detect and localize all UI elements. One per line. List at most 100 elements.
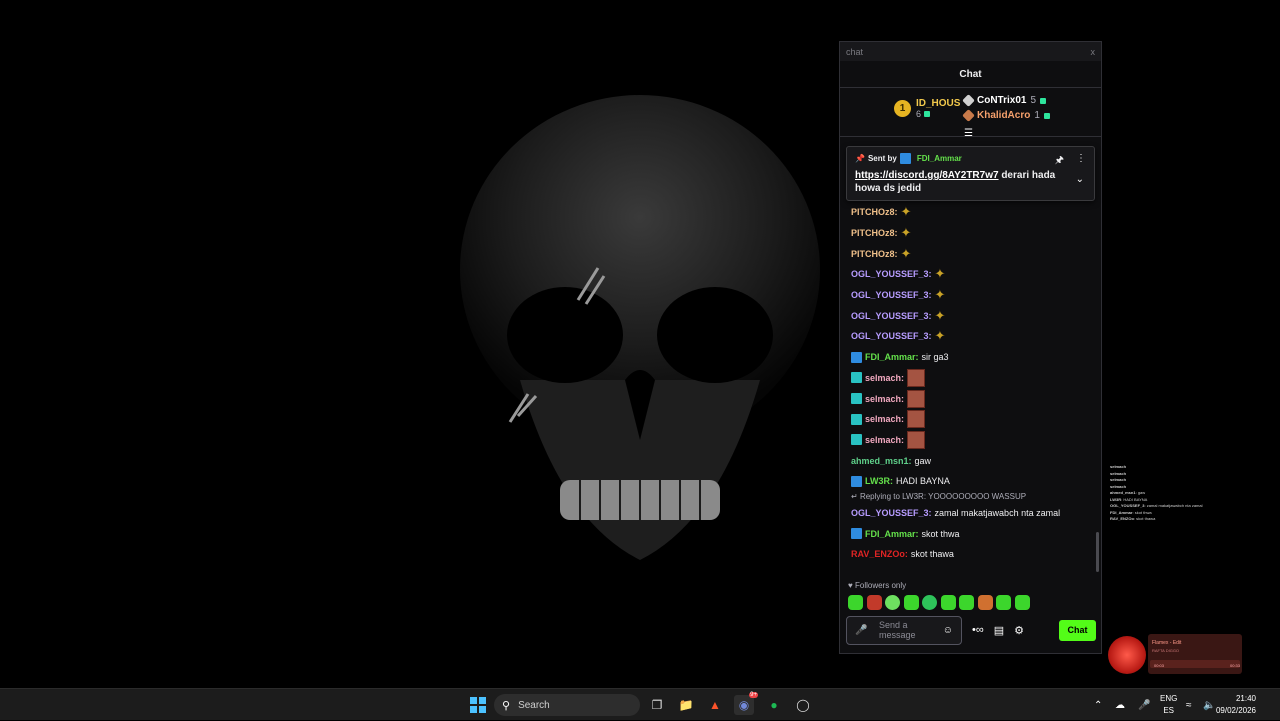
pinned-username[interactable]: FDI_Ammar [917,154,962,163]
chat-username[interactable]: LW3R: [865,476,893,486]
chat-username[interactable]: OGL_YOUSSEF_3: [851,290,932,300]
pinned-message[interactable]: 📌 Sent by FDI_Ammar https://discord.gg/8… [846,146,1095,201]
chat-username[interactable]: OGL_YOUSSEF_3: [851,508,932,518]
chat-message[interactable]: OGL_YOUSSEF_3: zamal makatjawabch nta zam… [840,503,1095,524]
clock-time: 21:40 [1235,694,1256,703]
pinned-header: 📌 Sent by FDI_Ammar [855,153,1086,164]
chat-username[interactable]: selmach: [865,394,904,404]
mini-chat-username: selmach [1110,470,1127,476]
emote-button[interactable] [848,595,863,610]
brave-browser-icon[interactable]: ▲ [705,695,725,715]
chat-message[interactable]: selmach: [840,409,1095,430]
taskbar-search[interactable]: ⚲ Search [494,694,640,716]
obs-studio-icon[interactable]: ◯ [793,695,813,715]
message-input[interactable]: 🎤 Send a message ☺ [846,615,962,645]
face-emote-icon [907,410,926,429]
emote-button[interactable] [1014,595,1030,610]
chat-leaderboard[interactable]: 1 ID_HOUS 6 CoNTrix01 5 KhalidAcro 1 ☰ [840,88,1101,139]
chat-username[interactable]: ahmed_msn1: [851,456,912,466]
chat-message[interactable]: FDI_Ammar: skot thwa [840,523,1095,544]
emote-button[interactable] [940,595,956,610]
chat-message[interactable]: OGL_YOUSSEF_3: ✦ [840,264,1095,285]
chat-username[interactable]: FDI_Ammar: [865,529,919,539]
collapse-leaderboard-icon[interactable]: ☰ [964,128,973,139]
chat-username[interactable]: RAV_ENZOo: [851,549,908,559]
clock-date: 09/02/2026 [1215,706,1256,715]
chat-message[interactable]: OGL_YOUSSEF_3: ✦ [840,326,1095,347]
mini-chat-username: selmach [1110,483,1127,489]
microphone-tray-icon[interactable]: 🎤 [1138,689,1150,721]
store-icon[interactable]: ▤ [994,624,1004,637]
pinned-link[interactable]: https://discord.gg/8AY2TR7w7 [855,170,999,181]
bits-icon[interactable]: •∞ [972,624,984,637]
chat-scrollbar[interactable] [1096,532,1099,572]
chat-header-title: Chat [959,68,982,80]
language-indicator[interactable]: ENG ES [1160,693,1177,717]
chat-input-row: 🎤 Send a message ☺ •∞ ▤ ⚙ Chat [846,614,1096,646]
leaderboard-third-name: KhalidAcro [977,110,1031,121]
silver-rank-icon [962,94,975,107]
chat-username[interactable]: selmach: [865,373,904,383]
mini-chat-username: selmach [1110,477,1127,482]
leaderboard-first-name: ID_HOUS [916,98,961,109]
network-cloud-icon[interactable]: ☁ [1115,689,1125,721]
windows-start-icon[interactable] [470,697,486,713]
more-options-icon[interactable]: ⋮ [1076,153,1086,170]
chat-message[interactable]: LW3R: HADI BAYNA [840,471,1095,492]
chevron-down-icon[interactable]: ⌄ [1076,174,1084,185]
chat-message[interactable]: PITCHOz8: ✦ [840,202,1095,223]
chat-username[interactable]: OGL_YOUSSEF_3: [851,269,932,279]
file-explorer-icon[interactable]: 📁 [676,695,696,715]
close-window-button[interactable]: x [1091,47,1096,57]
emote-button[interactable] [903,595,919,610]
chat-message[interactable]: FDI_Ammar: sir ga3 [840,347,1095,368]
leaderboard-second: CoNTrix01 5 [962,94,1047,107]
album-art-image [1108,636,1146,674]
chat-username[interactable]: selmach: [865,435,904,445]
chat-header: Chat [840,61,1101,88]
leaderboard-first: 1 ID_HOUS 6 [894,98,960,119]
show-hidden-icons-chevron-icon[interactable]: ⌃ [1094,689,1102,721]
chat-username[interactable]: OGL_YOUSSEF_3: [851,311,932,321]
chat-message[interactable]: selmach: [840,368,1095,389]
chat-username[interactable]: selmach: [865,414,904,424]
chat-message[interactable]: OGL_YOUSSEF_3: ✦ [840,285,1095,306]
emote-button[interactable] [885,595,900,610]
chat-message[interactable]: selmach: [840,388,1095,409]
chat-message[interactable]: PITCHOz8: ✦ [840,243,1095,264]
chat-username[interactable]: FDI_Ammar: [865,352,919,362]
wifi-icon[interactable]: ≈ [1186,689,1192,721]
chat-username[interactable]: PITCHOz8: [851,228,898,238]
emote-button[interactable] [866,595,882,610]
media-player-widget[interactable]: Flamex - Edit RAFTA DIGGO 00:03 00:33 [1108,634,1242,676]
chat-message[interactable]: PITCHOz8: ✦ [840,223,1095,244]
volume-icon[interactable]: 🔈 [1203,689,1215,721]
chat-message-text: gaw [914,455,932,466]
system-clock[interactable]: 21:40 09/02/2026 [1216,693,1256,717]
chat-username[interactable]: OGL_YOUSSEF_3: [851,331,932,341]
chat-message[interactable]: RAV_ENZOo: skot thawa [840,544,1095,565]
emoji-picker-icon[interactable]: ☺ [943,625,953,636]
chat-message-list[interactable]: PITCHOz8: ✦ PITCHOz8: ✦ PITCHOz8: ✦ OGL_YOUSSE… [840,202,1095,574]
discord-icon[interactable]: ◉ 9+ [734,692,758,715]
chat-username[interactable]: PITCHOz8: [851,207,898,217]
emote-button[interactable] [959,595,974,610]
task-view-icon[interactable]: ❐ [647,695,667,715]
chat-message[interactable]: ahmed_msn1: gaw [840,450,1095,471]
send-chat-button[interactable]: Chat [1059,619,1096,641]
window-title: chat [846,46,864,57]
emote-button[interactable] [922,595,937,610]
settings-gear-icon[interactable]: ⚙ [1014,624,1024,637]
chat-message-text: skot thwa [921,528,960,539]
spotify-icon[interactable]: ● [764,695,784,715]
mini-chat-username: OGL_YOUSSEF_3 [1110,503,1145,508]
microphone-icon[interactable]: 🎤 [855,625,869,636]
chat-message[interactable]: OGL_YOUSSEF_3: ✦ [840,305,1095,326]
media-artist: RAFTA DIGGO [1152,648,1180,653]
emote-button[interactable] [977,595,993,610]
unpin-icon[interactable]: 🖈 [1055,153,1064,170]
chat-message[interactable]: selmach: [840,430,1095,451]
chat-popout-window: chat x Chat 1 ID_HOUS 6 CoNTrix01 5 Khal… [839,41,1102,654]
emote-button[interactable] [996,595,1011,610]
chat-username[interactable]: PITCHOz8: [851,249,898,259]
